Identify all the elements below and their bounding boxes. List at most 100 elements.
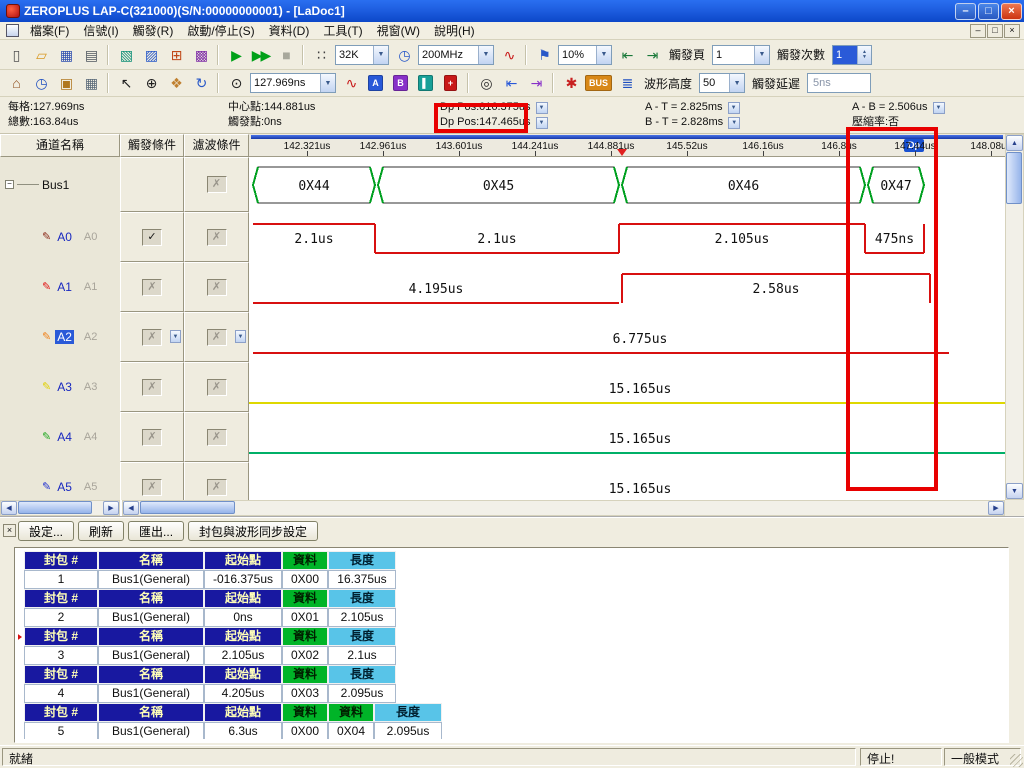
scroll-track[interactable]: [17, 501, 103, 515]
next-trigger-icon[interactable]: ⇥: [640, 44, 663, 66]
settings-button[interactable]: 設定...: [18, 521, 74, 541]
filter-condition-box[interactable]: ✗: [207, 479, 227, 496]
minimize-button[interactable]: –: [955, 3, 976, 20]
stack-view-icon[interactable]: ≣: [615, 72, 638, 94]
packet-sync-button[interactable]: 封包與波形同步設定: [188, 521, 318, 541]
filter-condition-box[interactable]: ✗: [207, 279, 227, 296]
packet-value-data[interactable]: 0X00: [282, 570, 328, 589]
prev-trigger-icon[interactable]: ⇤: [615, 44, 638, 66]
packet-1[interactable]: 封包 #名稱起始點資料長度1Bus1(General)-016.375us0X0…: [24, 551, 396, 589]
filter-condition-cell-bus1[interactable]: ✗: [184, 157, 249, 212]
trigger-condition-dropdown-icon[interactable]: ▼: [170, 330, 181, 343]
a-bar-icon[interactable]: A: [364, 72, 387, 94]
new-file-icon[interactable]: ▯: [4, 44, 27, 66]
time-division-combo[interactable]: 127.969ns▼: [250, 73, 336, 93]
channel-row-a1[interactable]: ✎A1A1: [0, 262, 120, 312]
a-minus-t-dropdown[interactable]: ▼: [728, 102, 740, 114]
packet-value-id[interactable]: 4: [24, 684, 98, 703]
trigger-setup-icon[interactable]: ✱: [559, 72, 582, 94]
trigger-condition-box[interactable]: ✗: [142, 429, 162, 446]
scroll-thumb[interactable]: [140, 501, 235, 514]
scroll-thumb[interactable]: [1006, 152, 1022, 204]
a-minus-b-dropdown[interactable]: ▼: [933, 102, 945, 114]
repeat-run-icon[interactable]: ▶▶: [249, 44, 272, 66]
packet-2[interactable]: 封包 #名稱起始點資料長度2Bus1(General)0ns0X012.105u…: [24, 589, 396, 627]
filter-condition-box[interactable]: ✗: [207, 176, 227, 193]
packet-value-name[interactable]: Bus1(General): [98, 608, 204, 627]
waveform-canvas[interactable]: 0X440X450X460X472.1us2.1us2.105us475ns4.…: [249, 157, 1005, 500]
collapse-icon[interactable]: −: [5, 180, 14, 189]
b-minus-t-dropdown[interactable]: ▼: [728, 117, 740, 129]
packet-value-name[interactable]: Bus1(General): [98, 570, 204, 589]
time-division-combo-arrow[interactable]: ▼: [320, 74, 335, 92]
pen-icon[interactable]: ✎: [42, 282, 51, 293]
filter-condition-box[interactable]: ✗: [207, 329, 227, 346]
trigger-condition-cell-a0[interactable]: ✓: [120, 212, 184, 262]
doc-minimize-button[interactable]: –: [970, 24, 986, 38]
pen-icon[interactable]: ✎: [42, 232, 51, 243]
trigger-condition-box[interactable]: ✓: [142, 229, 162, 246]
filter-condition-cell-a0[interactable]: ✗: [184, 212, 249, 262]
packet-value-start[interactable]: -016.375us: [204, 570, 282, 589]
trigger-count-spinner[interactable]: 1▲▼: [832, 45, 872, 65]
channel-panel-hscrollbar[interactable]: ◀ ▶: [0, 500, 120, 516]
filter-condition-cell-a3[interactable]: ✗: [184, 362, 249, 412]
filter-condition-cell-a5[interactable]: ✗: [184, 462, 249, 500]
packet-value-id[interactable]: 3: [24, 646, 98, 665]
glitch-filter-icon[interactable]: ∿: [497, 44, 520, 66]
scroll-track[interactable]: [139, 501, 988, 515]
refresh-icon[interactable]: ↻: [189, 72, 212, 94]
scroll-right-icon[interactable]: ▶: [103, 501, 119, 515]
print-icon[interactable]: ▤: [79, 44, 102, 66]
packet-value-id[interactable]: 5: [24, 722, 98, 739]
clock-icon[interactable]: ◷: [29, 72, 52, 94]
filter-condition-dropdown-icon[interactable]: ▼: [235, 330, 246, 343]
sample-depth-combo-arrow[interactable]: ▼: [373, 46, 388, 64]
channel-name[interactable]: A0: [55, 230, 74, 244]
pointer-icon[interactable]: ↖: [114, 72, 137, 94]
packet-value-data[interactable]: 0X01: [282, 608, 328, 627]
packet-value-data[interactable]: 0X02: [282, 646, 328, 665]
restore-button[interactable]: □: [978, 3, 999, 20]
doc-restore-button[interactable]: □: [987, 24, 1003, 38]
waveform-hscrollbar[interactable]: ◀ ▶: [122, 500, 1005, 516]
sample-frequency-combo-arrow[interactable]: ▼: [478, 46, 493, 64]
packet-value-data[interactable]: 0X03: [282, 684, 328, 703]
scroll-up-icon[interactable]: ▲: [1006, 135, 1023, 151]
filter-condition-box[interactable]: ✗: [207, 429, 227, 446]
scroll-down-icon[interactable]: ▼: [1006, 483, 1023, 499]
pan-hand-icon[interactable]: ❖: [164, 72, 187, 94]
open-file-icon[interactable]: ▱: [29, 44, 52, 66]
channel-name[interactable]: A3: [55, 380, 74, 394]
grid-icon[interactable]: ▦: [79, 72, 102, 94]
search-icon[interactable]: ◎: [474, 72, 497, 94]
packet-value-data[interactable]: 0X04: [328, 722, 374, 739]
wave-height-combo[interactable]: 50▼: [699, 73, 745, 93]
trigger-condition-cell-a1[interactable]: ✗: [120, 262, 184, 312]
seek-bar-icon[interactable]: ▌: [414, 72, 437, 94]
packet-value-start[interactable]: 6.3us: [204, 722, 282, 739]
packet-value-len[interactable]: 2.105us: [328, 608, 396, 627]
trigger-count-spinner-arrow[interactable]: ▲▼: [857, 46, 871, 64]
channel-name[interactable]: A4: [55, 430, 74, 444]
trigger-condition-cell-a4[interactable]: ✗: [120, 412, 184, 462]
refresh-button[interactable]: 刷新: [78, 521, 124, 541]
menu-window[interactable]: 視窗(W): [370, 21, 427, 40]
trigger-condition-box[interactable]: ✗: [142, 279, 162, 296]
wave-height-combo-arrow[interactable]: ▼: [729, 74, 744, 92]
export-button[interactable]: 匯出...: [128, 521, 184, 541]
resize-grip[interactable]: [1010, 754, 1023, 767]
filter-condition-cell-a1[interactable]: ✗: [184, 262, 249, 312]
channel-row-a5[interactable]: ✎A5A5: [0, 462, 120, 500]
packet-4[interactable]: 封包 #名稱起始點資料長度4Bus1(General)4.205us0X032.…: [24, 665, 396, 703]
scroll-thumb[interactable]: [18, 501, 92, 514]
bus-property-icon[interactable]: ▧: [114, 44, 137, 66]
pen-icon[interactable]: ✎: [42, 432, 51, 443]
waveform-mode-icon[interactable]: ∿: [339, 72, 362, 94]
menu-signal[interactable]: 信號(I): [76, 21, 125, 40]
dp-pos-a-dropdown[interactable]: ▼: [536, 102, 548, 114]
save-icon[interactable]: ▦: [54, 44, 77, 66]
trigger-condition-cell-bus1[interactable]: [120, 157, 184, 212]
trigger-condition-box[interactable]: ✗: [142, 479, 162, 496]
channel-row-bus1[interactable]: −Bus1: [0, 157, 120, 212]
